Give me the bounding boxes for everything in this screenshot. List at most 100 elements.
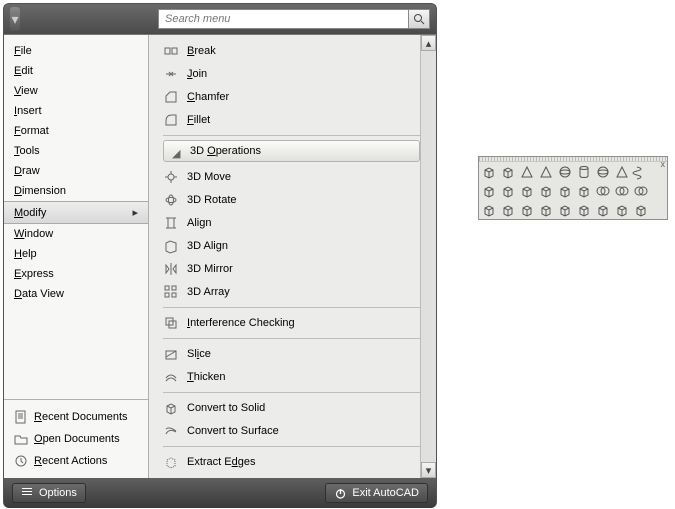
open-icon xyxy=(14,432,28,446)
box-icon xyxy=(501,165,515,179)
tool-planar[interactable] xyxy=(479,181,498,200)
clock-icon xyxy=(14,454,28,468)
tool-presspull[interactable] xyxy=(517,181,536,200)
category-file[interactable]: File xyxy=(4,41,148,61)
tool-helix[interactable] xyxy=(631,162,650,181)
tool-shell[interactable] xyxy=(612,200,631,219)
category-window[interactable]: Window xyxy=(4,224,148,244)
cmd-chamfer[interactable]: Chamfer xyxy=(157,86,428,108)
category-help[interactable]: Help xyxy=(4,244,148,264)
exit-button[interactable]: Exit AutoCAD xyxy=(325,483,428,503)
cmd-3d-rotate[interactable]: 3D Rotate xyxy=(157,189,428,211)
mesh-icon xyxy=(539,203,553,217)
tool-flatten[interactable] xyxy=(574,200,593,219)
cone-icon xyxy=(539,165,553,179)
tool-loft[interactable] xyxy=(574,181,593,200)
cmd-label: Join xyxy=(187,68,207,80)
scroll-track[interactable] xyxy=(421,51,436,462)
category-draw[interactable]: Draw xyxy=(4,161,148,181)
category-express[interactable]: Express xyxy=(4,264,148,284)
toolbar-row xyxy=(479,162,667,181)
cmd-label: Interference Checking xyxy=(187,317,295,329)
cmd-extract-edges[interactable]: Extract Edges xyxy=(157,451,428,473)
tool-pyramid[interactable] xyxy=(612,162,631,181)
cmd-label: Convert to Solid xyxy=(187,402,265,414)
scroll-down-button[interactable]: ▾ xyxy=(421,462,436,478)
tool-subtract[interactable] xyxy=(612,181,631,200)
group-label: 3D Operations xyxy=(190,145,261,157)
cmd-label: Align xyxy=(187,217,211,229)
convert-icon xyxy=(520,203,534,217)
cmd-label: 3D Array xyxy=(187,286,230,298)
group-3d-operations[interactable]: ◢3D Operations xyxy=(163,140,420,162)
modeling-toolbar[interactable]: x xyxy=(478,156,668,220)
chamfer-icon xyxy=(163,89,179,105)
category-data-view[interactable]: Data View xyxy=(4,284,148,304)
category-modify[interactable]: Modify▸ xyxy=(4,201,148,224)
tool-convert[interactable] xyxy=(517,200,536,219)
cmd-3d-mirror[interactable]: 3D Mirror xyxy=(157,258,428,280)
tool-union[interactable] xyxy=(593,181,612,200)
magnifier-icon xyxy=(413,13,425,25)
close-icon[interactable]: x xyxy=(661,159,666,169)
category-format[interactable]: Format xyxy=(4,121,148,141)
category-dimension[interactable]: Dimension xyxy=(4,181,148,201)
tool-sweep[interactable] xyxy=(536,181,555,200)
cmd-fillet[interactable]: Fillet xyxy=(157,109,428,131)
tool-wedge[interactable] xyxy=(517,162,536,181)
tool-sphere[interactable] xyxy=(555,162,574,181)
category-view[interactable]: View xyxy=(4,81,148,101)
tool-thicken[interactable] xyxy=(498,200,517,219)
tool-imprint[interactable] xyxy=(631,200,650,219)
category-insert[interactable]: Insert xyxy=(4,101,148,121)
tool-extrude[interactable] xyxy=(498,181,517,200)
category-tools[interactable]: Tools xyxy=(4,141,148,161)
planar-icon xyxy=(482,184,496,198)
options-button[interactable]: Options xyxy=(12,483,86,503)
cmd-3d-align[interactable]: 3D Align xyxy=(157,235,428,257)
interf-icon xyxy=(163,315,179,331)
offset-icon xyxy=(596,203,610,217)
cmd-interference-checking[interactable]: Interference Checking xyxy=(157,312,428,334)
tosolid-icon xyxy=(163,400,179,416)
tool-box[interactable] xyxy=(498,162,517,181)
tool-offset[interactable] xyxy=(593,200,612,219)
recent-open-documents[interactable]: Open Documents xyxy=(4,428,148,450)
tool-mesh[interactable] xyxy=(536,200,555,219)
tool-torus[interactable] xyxy=(593,162,612,181)
cmd-label: Fillet xyxy=(187,114,210,126)
cmd-thicken[interactable]: Thicken xyxy=(157,366,428,388)
app-icon[interactable]: ▾ xyxy=(10,7,20,31)
join-icon xyxy=(163,66,179,82)
menu-content: FileEditViewInsertFormatToolsDrawDimensi… xyxy=(4,34,436,478)
cmd-convert-to-surface[interactable]: Convert to Surface xyxy=(157,420,428,442)
tool-polysolid[interactable] xyxy=(479,162,498,181)
recent-recent-documents[interactable]: Recent Documents xyxy=(4,406,148,428)
tool-slice[interactable] xyxy=(479,200,498,219)
intersect-icon xyxy=(634,184,648,198)
tool-cylinder[interactable] xyxy=(574,162,593,181)
cmd-join[interactable]: Join xyxy=(157,63,428,85)
footer: Options Exit AutoCAD xyxy=(4,478,436,508)
cmd-3d-move[interactable]: 3D Move xyxy=(157,166,428,188)
flatten-icon xyxy=(577,203,591,217)
tool-revolve[interactable] xyxy=(555,181,574,200)
search-button[interactable] xyxy=(408,9,430,29)
scrollbar[interactable]: ▴ ▾ xyxy=(420,35,436,478)
thicken-icon xyxy=(501,203,515,217)
tool-section[interactable] xyxy=(555,200,574,219)
cmd-align[interactable]: Align xyxy=(157,212,428,234)
cmd-convert-to-solid[interactable]: Convert to Solid xyxy=(157,397,428,419)
category-edit[interactable]: Edit xyxy=(4,61,148,81)
recent-recent-actions[interactable]: Recent Actions xyxy=(4,450,148,472)
tool-cone[interactable] xyxy=(536,162,555,181)
search-input[interactable] xyxy=(158,9,408,29)
tool-intersect[interactable] xyxy=(631,181,650,200)
cmd-break[interactable]: Break xyxy=(157,40,428,62)
submenu-arrow-icon: ▸ xyxy=(132,206,138,219)
scroll-up-button[interactable]: ▴ xyxy=(421,35,436,51)
cmd-3d-array[interactable]: 3D Array xyxy=(157,281,428,303)
app-menu-panel: ▾ FileEditViewInsertFormatToolsDrawDimen… xyxy=(3,3,437,508)
cmd-slice[interactable]: Slice xyxy=(157,343,428,365)
cmd-solid-editing[interactable]: Solid Editing xyxy=(157,474,428,478)
